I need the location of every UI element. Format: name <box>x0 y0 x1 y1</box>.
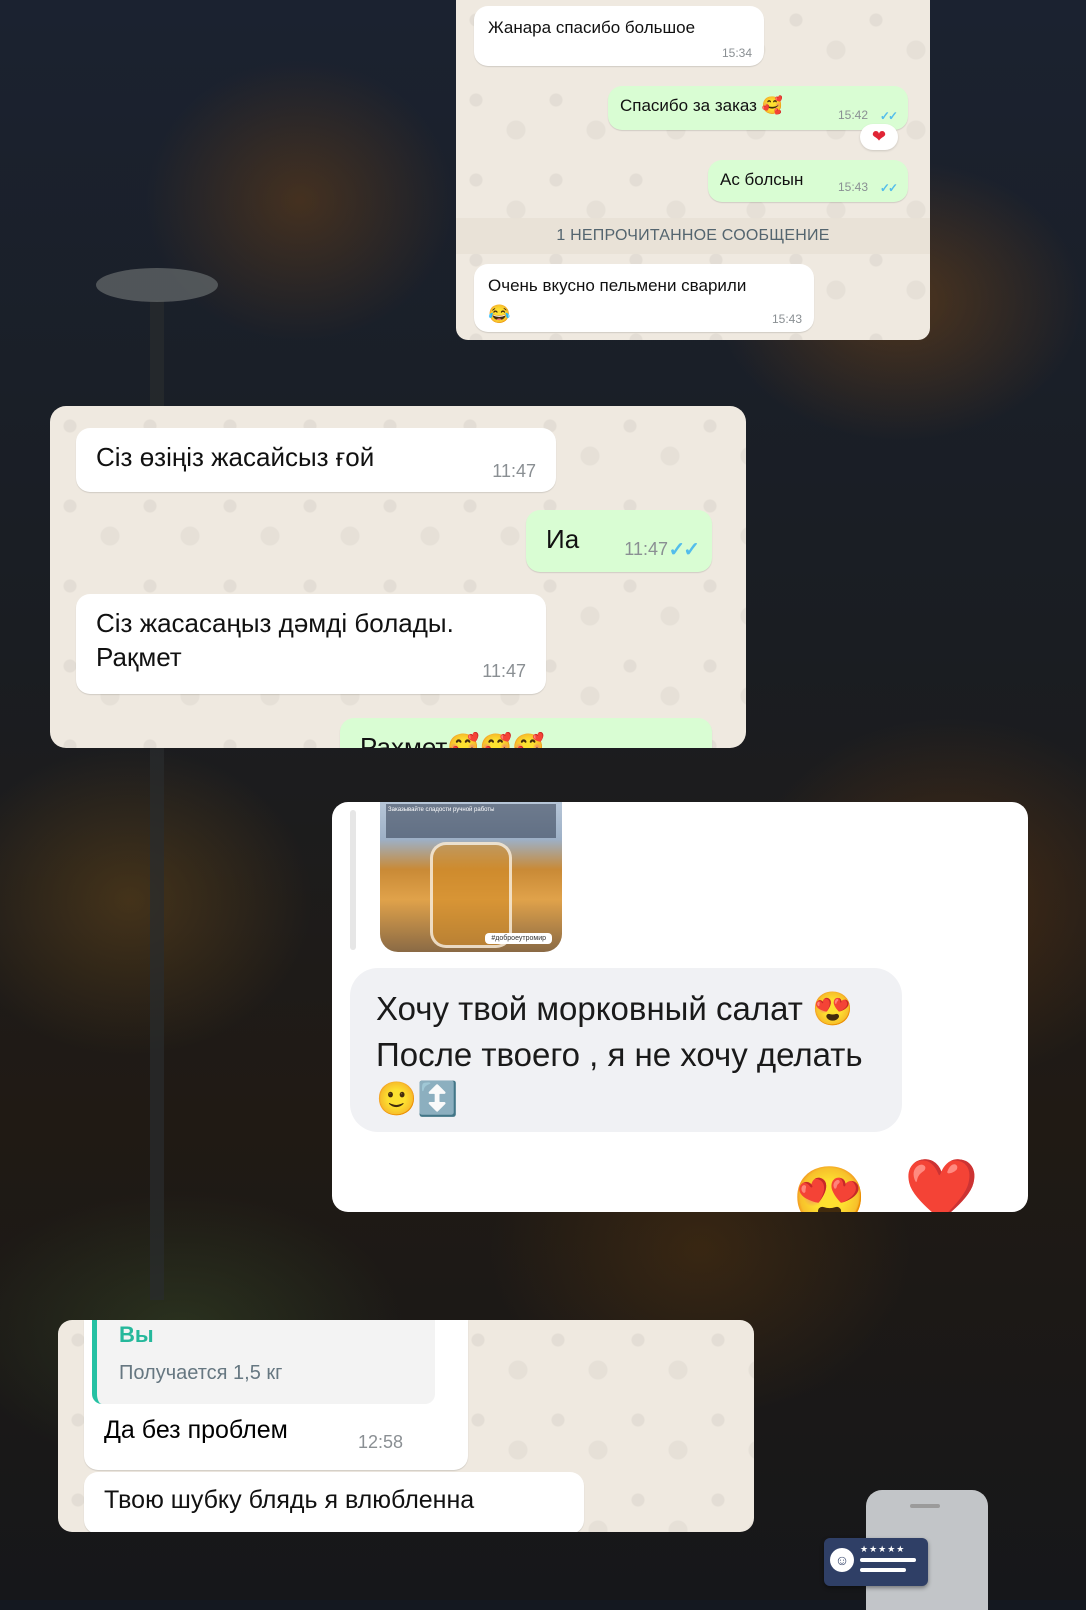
message-outgoing[interactable]: Ас болсын 15:43 ✓✓ <box>708 160 908 202</box>
heart-eyes-reaction[interactable]: 😍 <box>792 1162 867 1212</box>
message-incoming[interactable]: Очень вкусно пельмени сварили 😂 15:43 <box>474 264 814 332</box>
reply-bar <box>350 810 356 950</box>
message-incoming[interactable]: Сіз жасасаңыз дәмді болады. Рақмет 11:47 <box>76 594 546 694</box>
read-receipt-icon: ✓✓ <box>668 539 699 561</box>
quoted-message[interactable]: Вы Получается 1,5 кг <box>92 1320 435 1404</box>
message-outgoing[interactable]: Рахмет🥰🥰🥰 <box>340 718 712 748</box>
read-receipt-icon: ✓✓ <box>879 181 898 195</box>
chat-screenshot-3: Заказывайте сладости ручной работы #добр… <box>332 802 1028 1212</box>
unread-divider: 1 НЕПРОЧИТАННОЕ СООБЩЕНИЕ <box>456 218 930 254</box>
message-incoming[interactable]: Сіз өзіңіз жасайсыз ғой 11:47 <box>76 428 556 492</box>
read-receipt-icon: ✓✓ <box>879 109 898 123</box>
message-incoming[interactable]: Жанара спасибо большое 15:34 <box>474 6 764 66</box>
heart-reaction[interactable]: ❤️ <box>904 1154 979 1212</box>
star-rating-icon: ★★★★★ <box>860 1544 906 1554</box>
laughing-emoji: 😂 <box>488 304 511 324</box>
heart-reaction[interactable]: ❤ <box>860 124 898 150</box>
street-lamp <box>96 268 218 302</box>
chat-screenshot-1: Жанара спасибо большое 15:34 Спасибо за … <box>456 0 930 340</box>
review-card-graphic: ☺ ★★★★★ <box>824 1538 928 1586</box>
message-incoming[interactable]: Твою шубку блядь я влюбленна <box>84 1472 584 1532</box>
story-preview[interactable]: Заказывайте сладости ручной работы #добр… <box>380 802 562 952</box>
message-outgoing[interactable]: Спасибо за заказ 🥰 15:42 ✓✓ <box>608 86 908 130</box>
chat-screenshot-4: Вы Получается 1,5 кг Да без проблем 12:5… <box>58 1320 754 1532</box>
message-outgoing[interactable]: Иа 11:47 ✓✓ <box>526 510 712 572</box>
message-incoming[interactable]: Хочу твой морковный салат 😍 После твоего… <box>350 968 902 1132</box>
chat-screenshot-2: Сіз өзіңіз жасайсыз ғой 11:47 Иа 11:47 ✓… <box>50 406 746 748</box>
user-icon: ☺ <box>830 1548 854 1572</box>
